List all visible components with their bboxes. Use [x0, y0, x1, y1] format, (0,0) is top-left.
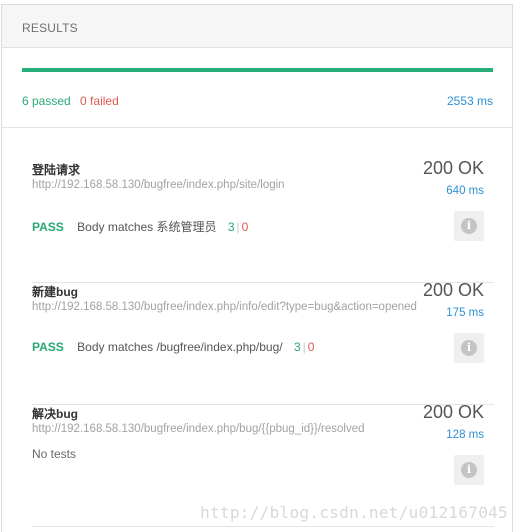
results-summary: 6 passed 0 failed 2553 ms — [2, 48, 512, 128]
info-button[interactable]: i — [454, 211, 484, 241]
request-url: http://192.168.58.130/bugfree/index.php/… — [32, 423, 365, 435]
count-separator: | — [302, 340, 306, 354]
request-url: http://192.168.58.130/bugfree/index.php/… — [32, 301, 417, 313]
request-url: http://192.168.58.130/bugfree/index.php/… — [32, 179, 285, 191]
test-failed-count: 0 — [307, 340, 315, 354]
info-icon: i — [461, 462, 477, 478]
progress-bar-fill — [22, 68, 493, 72]
test-description: Body matches /bugfree/index.php/bug/ — [77, 340, 283, 354]
request-item: 登陆请求 http://192.168.58.130/bugfree/index… — [32, 158, 494, 283]
request-name: 新建bug — [32, 285, 78, 299]
response-status: 200 OK — [422, 402, 484, 422]
response-time: 640 ms — [446, 185, 484, 197]
count-separator: | — [236, 220, 240, 234]
failed-count: 0 failed — [80, 94, 119, 108]
watermark: http://blog.csdn.net/u012167045 — [200, 503, 508, 522]
response-time: 175 ms — [446, 307, 484, 319]
no-tests-label: No tests — [32, 447, 77, 461]
test-result: PASS Body matches 系统管理员 3 | 0 — [32, 218, 248, 235]
results-header: RESULTS — [2, 5, 512, 48]
test-result-label: PASS — [32, 340, 64, 354]
request-name: 解决bug — [32, 407, 78, 421]
request-name: 登陆请求 — [32, 163, 81, 177]
passed-count: 6 passed — [22, 94, 71, 108]
response-status: 200 OK — [422, 280, 484, 300]
response-time: 128 ms — [446, 429, 484, 441]
info-icon: i — [461, 218, 477, 234]
info-button[interactable]: i — [454, 333, 484, 363]
test-description: Body matches 系统管理员 — [77, 220, 217, 234]
test-passed-count: 3 — [227, 220, 235, 234]
test-result: PASS Body matches /bugfree/index.php/bug… — [32, 340, 314, 354]
results-title: RESULTS — [22, 21, 78, 35]
total-time: 2553 ms — [446, 94, 493, 108]
info-button[interactable]: i — [454, 455, 484, 485]
test-passed-count: 3 — [293, 340, 301, 354]
test-counts: 6 passed 0 failed — [22, 94, 119, 108]
test-result-label: PASS — [32, 220, 64, 234]
request-item: 新建bug http://192.168.58.130/bugfree/inde… — [32, 280, 494, 405]
test-failed-count: 0 — [241, 220, 249, 234]
info-icon: i — [461, 340, 477, 356]
response-status: 200 OK — [422, 158, 484, 178]
results-panel: RESULTS 6 passed 0 failed 2553 ms 登陆请求 h… — [1, 4, 513, 532]
progress-bar — [22, 68, 493, 72]
